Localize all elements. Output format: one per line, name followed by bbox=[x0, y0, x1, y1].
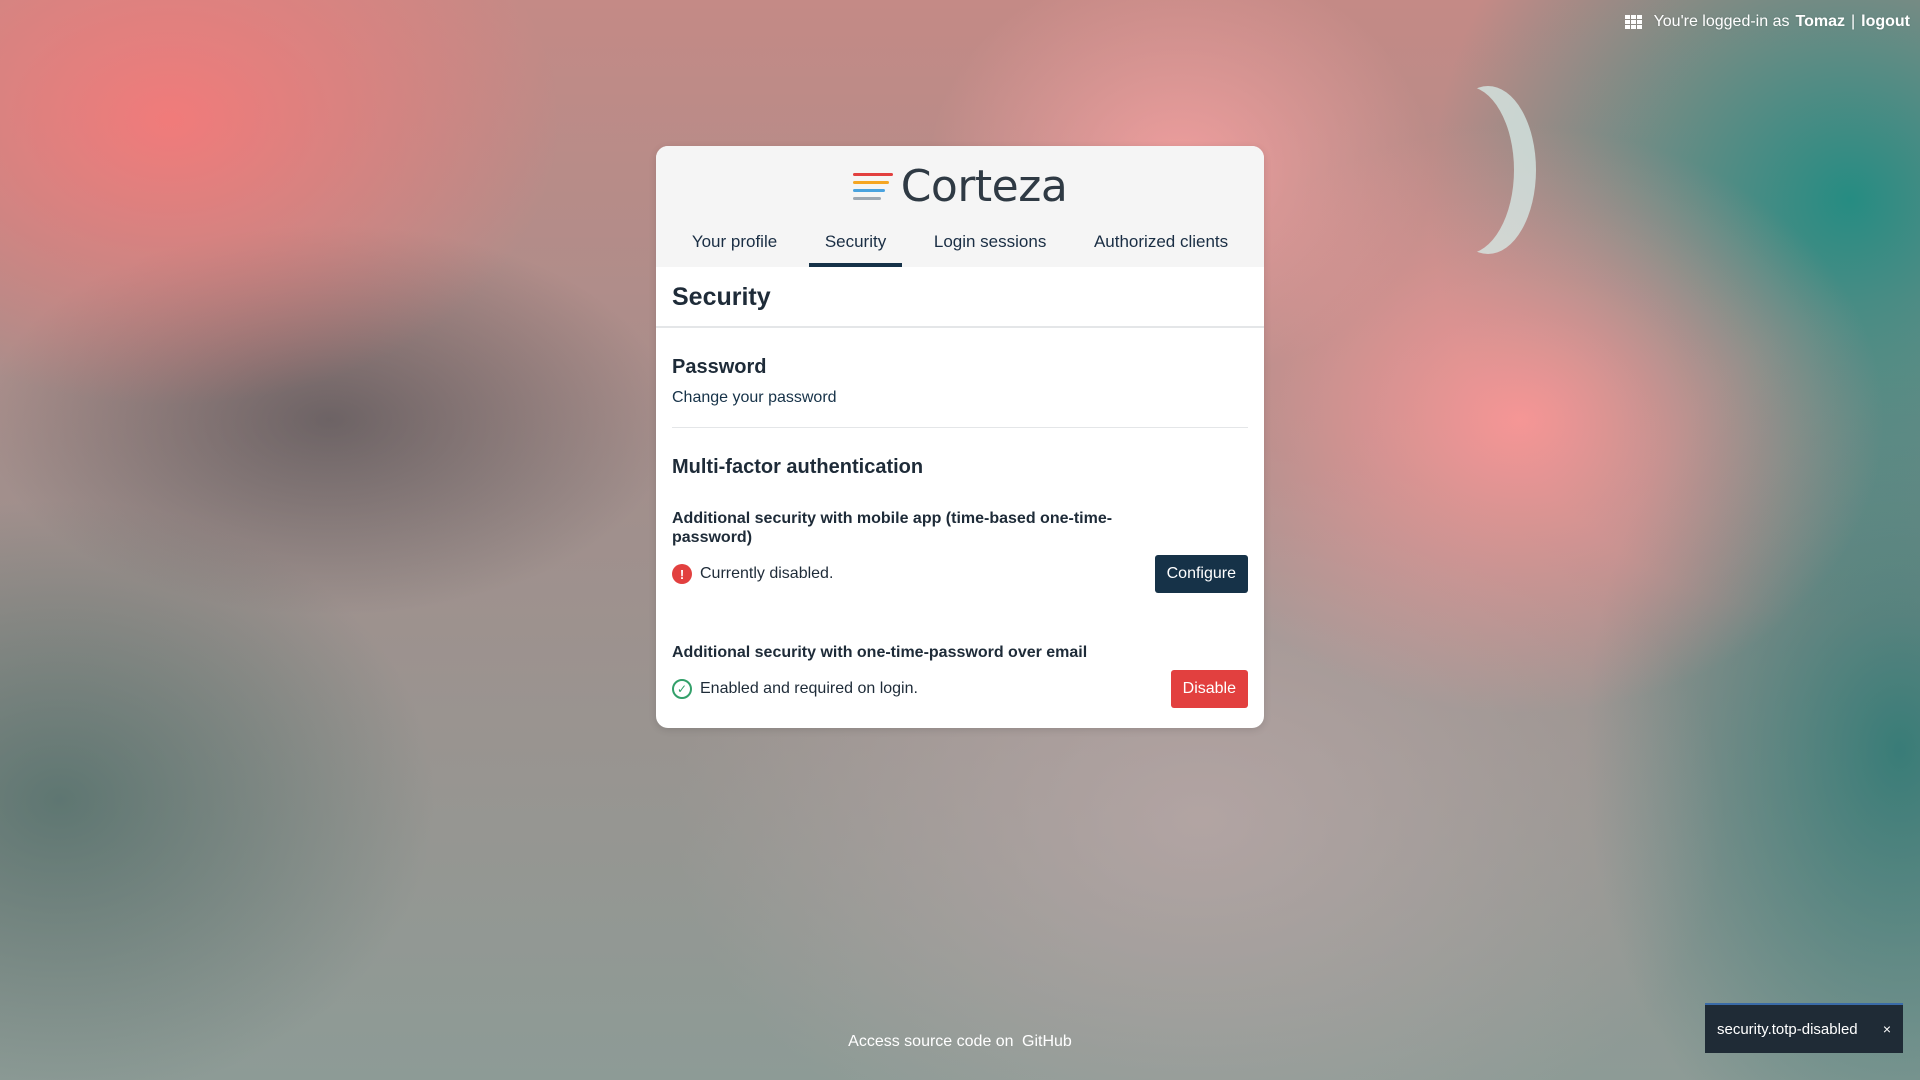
logo-text: Corteza bbox=[900, 160, 1068, 212]
email-otp-heading: Additional security with one-time-passwo… bbox=[672, 644, 1088, 661]
check-circle-icon: ✓ bbox=[672, 679, 692, 699]
totp-row: ! Currently disabled. Configure bbox=[672, 555, 1248, 593]
change-password-link[interactable]: Change your password bbox=[672, 389, 837, 407]
close-icon[interactable]: × bbox=[1883, 1021, 1891, 1037]
configure-button[interactable]: Configure bbox=[1154, 555, 1248, 593]
mfa-heading: Multi-factor authentication bbox=[672, 456, 924, 478]
logout-link[interactable]: logout bbox=[1861, 13, 1910, 31]
profile-card: Corteza Your profile Security Login sess… bbox=[656, 146, 1264, 728]
email-otp-status-text: Enabled and required on login. bbox=[700, 680, 918, 697]
profile-tabs: Your profile Security Login sessions Aut… bbox=[656, 226, 1264, 267]
tab-login-sessions[interactable]: Login sessions bbox=[918, 226, 1062, 267]
username-link[interactable]: Tomaz bbox=[1795, 13, 1844, 31]
footer: Access source code on GitHub bbox=[0, 1033, 1920, 1051]
card-header: Corteza Your profile Security Login sess… bbox=[656, 146, 1264, 267]
security-body: Password Change your password Multi-fact… bbox=[656, 356, 1264, 728]
totp-heading: Additional security with mobile app (tim… bbox=[672, 510, 1113, 546]
user-bar: You're logged-in as Tomaz | logout bbox=[1624, 13, 1910, 31]
totp-status: ! Currently disabled. bbox=[672, 564, 833, 584]
footer-text: Access source code on bbox=[848, 1033, 1014, 1050]
tab-security[interactable]: Security bbox=[808, 226, 903, 267]
corteza-logo: Corteza bbox=[656, 160, 1264, 212]
github-link[interactable]: GitHub bbox=[1022, 1033, 1072, 1050]
tab-your-profile[interactable]: Your profile bbox=[676, 226, 793, 267]
password-heading: Password bbox=[672, 356, 767, 378]
toast-message: security.totp-disabled bbox=[1717, 1020, 1858, 1038]
disable-button[interactable]: Disable bbox=[1170, 670, 1248, 708]
tab-authorized-clients[interactable]: Authorized clients bbox=[1078, 226, 1244, 267]
email-otp-status: ✓ Enabled and required on login. bbox=[672, 679, 918, 699]
totp-status-text: Currently disabled. bbox=[700, 565, 834, 582]
toast-notification: security.totp-disabled × bbox=[1705, 1003, 1903, 1053]
moon-decoration bbox=[1418, 86, 1514, 254]
email-otp-row: ✓ Enabled and required on login. Disable bbox=[672, 670, 1248, 708]
apps-grid-icon[interactable] bbox=[1624, 15, 1642, 29]
divider bbox=[672, 427, 1248, 428]
logged-in-label: You're logged-in as bbox=[1653, 13, 1790, 30]
error-icon: ! bbox=[672, 564, 692, 584]
page-title: Security bbox=[656, 267, 1264, 328]
separator: | bbox=[1850, 13, 1856, 30]
logo-mark-icon bbox=[852, 172, 893, 200]
